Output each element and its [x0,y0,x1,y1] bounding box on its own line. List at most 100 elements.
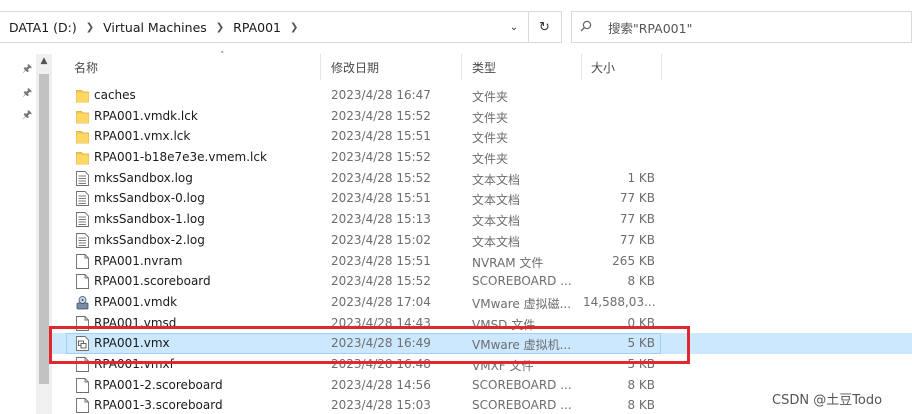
vmdk-icon [76,295,89,310]
file-type: SCOREBOARD ... [472,274,572,289]
file-modified-date: 2023/4/28 15:03 [331,398,431,413]
search-icon [572,20,600,35]
file-row[interactable]: RPA001.scoreboard 2023/4/28 15:52 SCOREBOA… [52,271,912,292]
blank-file-icon [76,253,89,269]
file-row[interactable]: mksSandbox.log 2023/4/28 15:52 文本文档 1 KB [52,168,912,189]
file-name: RPA001-2.scoreboard [94,377,223,392]
pin-icon: 🖈 [22,62,33,75]
file-modified-date: 2023/4/28 15:52 [331,274,431,289]
file-modified-date: 2023/4/28 17:04 [331,294,431,309]
file-modified-date: 2023/4/28 15:51 [331,191,431,206]
search-placeholder: 搜索"RPA001" [608,20,693,36]
file-size: 265 KB [612,253,655,268]
file-size: 77 KB [619,212,655,227]
file-type: 文本文档 [472,234,521,249]
file-type: 文件夹 [472,131,509,146]
file-row[interactable]: mksSandbox-0.log 2023/4/28 15:51 文本文档 77 KB [52,188,912,209]
file-name: mksSandbox-2.log [94,232,205,247]
chevron-right-icon[interactable]: ❯ [216,22,224,33]
file-size: 1 KB [627,170,655,185]
folder-icon [76,129,89,144]
text-file-icon [76,191,89,207]
file-row[interactable]: caches 2023/4/28 16:47 文件夹 [52,85,912,106]
file-name: mksSandbox-1.log [94,212,205,227]
scroll-up-icon[interactable]: ▲ [36,56,52,66]
file-name: RPA001-3.scoreboard [94,398,223,413]
column-header-date[interactable]: 修改日期 [331,59,379,76]
chevron-down-icon[interactable]: ⌄ [503,12,525,42]
text-file-icon [76,170,89,186]
column-header-name[interactable]: 名称 [74,59,98,76]
file-type: 文件夹 [472,90,509,104]
file-row[interactable]: RPA001.vmdk 2023/4/28 17:04 VMware 虚拟磁... 1… [52,292,912,313]
file-size: 14,588,03... [583,294,656,309]
breadcrumb-drive[interactable]: DATA1 (D:) [9,20,77,35]
file-size: 8 KB [627,398,655,413]
file-row[interactable]: mksSandbox-2.log 2023/4/28 15:02 文本文档 77 KB [52,230,912,251]
file-size: 8 KB [627,377,655,392]
blank-file-icon [76,377,89,393]
chevron-right-icon[interactable]: ❯ [86,22,94,33]
pin-icon: 🖈 [22,108,33,121]
file-size: 77 KB [619,232,655,247]
column-divider[interactable] [581,54,582,80]
file-modified-date: 2023/4/28 15:52 [331,108,431,123]
blank-file-icon [76,274,89,290]
file-row[interactable]: mksSandbox-1.log 2023/4/28 15:13 文本文档 77 KB [52,209,912,230]
folder-icon [76,88,89,103]
file-row[interactable]: RPA001.vmdk.lck 2023/4/28 15:52 文件夹 [52,106,912,127]
highlight-box [49,326,690,364]
address-bar[interactable]: DATA1 (D:) ❯ Virtual Machines ❯ RPA001 ❯… [0,11,562,43]
file-name: RPA001.nvram [94,253,183,268]
file-modified-date: 2023/4/28 15:13 [331,212,431,227]
file-name: RPA001.vmdk.lck [94,108,198,123]
folder-icon [76,150,89,165]
chevron-right-icon[interactable]: ❯ [290,22,298,33]
file-type: NVRAM 文件 [472,255,544,270]
toolbar-area: DATA1 (D:) ❯ Virtual Machines ❯ RPA001 ❯… [0,0,912,54]
watermark: CSDN @土豆Todo [772,393,883,408]
breadcrumb-virtual-machines[interactable]: Virtual Machines [103,20,207,35]
file-type: 文本文档 [472,214,521,229]
file-type: VMware 虚拟磁... [472,296,572,311]
file-type: 文本文档 [472,172,521,187]
column-divider[interactable] [320,54,321,80]
file-type: 文件夹 [472,152,509,167]
file-name: RPA001.vmdk [94,294,178,309]
file-row[interactable]: RPA001-b18e7e3e.vmem.lck 2023/4/28 15:52 文… [52,147,912,168]
breadcrumb: DATA1 (D:) ❯ Virtual Machines ❯ RPA001 ❯ [0,20,307,35]
refresh-icon[interactable]: ↻ [528,12,560,42]
file-size: 8 KB [627,274,655,289]
file-modified-date: 2023/4/28 14:56 [331,377,431,392]
file-size: 77 KB [619,191,655,206]
file-modified-date: 2023/4/28 16:47 [331,88,431,102]
file-name: RPA001.vmx.lck [94,129,191,144]
file-type: 文件夹 [472,110,509,125]
file-name: RPA001-b18e7e3e.vmem.lck [94,150,267,165]
file-name: mksSandbox.log [94,170,193,185]
file-row[interactable]: RPA001.nvram 2023/4/28 15:51 NVRAM 文件 265 K… [52,251,912,272]
column-divider[interactable] [661,54,662,80]
file-modified-date: 2023/4/28 15:51 [331,253,431,268]
column-divider[interactable] [461,54,462,80]
folder-icon [76,109,89,124]
column-header-type[interactable]: 类型 [472,59,496,76]
pin-icon: 🖈 [22,86,33,99]
scrollbar-thumb[interactable] [39,74,49,384]
file-modified-date: 2023/4/28 15:52 [331,170,431,185]
search-box[interactable]: 搜索"RPA001" [571,11,912,43]
file-modified-date: 2023/4/28 15:51 [331,129,431,144]
file-type: SCOREBOARD ... [472,398,572,413]
file-name: caches [94,88,136,102]
column-header-size[interactable]: 大小 [591,59,615,76]
file-row[interactable]: RPA001.vmx.lck 2023/4/28 15:51 文件夹 [52,126,912,147]
file-name: mksSandbox-0.log [94,191,205,206]
text-file-icon [76,212,89,228]
file-modified-date: 2023/4/28 15:52 [331,150,431,165]
sort-ascending-icon: ˄ [220,51,225,61]
breadcrumb-rpa001[interactable]: RPA001 [233,20,281,35]
text-file-icon [76,232,89,248]
blank-file-icon [76,398,89,414]
file-name: RPA001.scoreboard [94,274,211,289]
file-type: SCOREBOARD ... [472,377,572,392]
